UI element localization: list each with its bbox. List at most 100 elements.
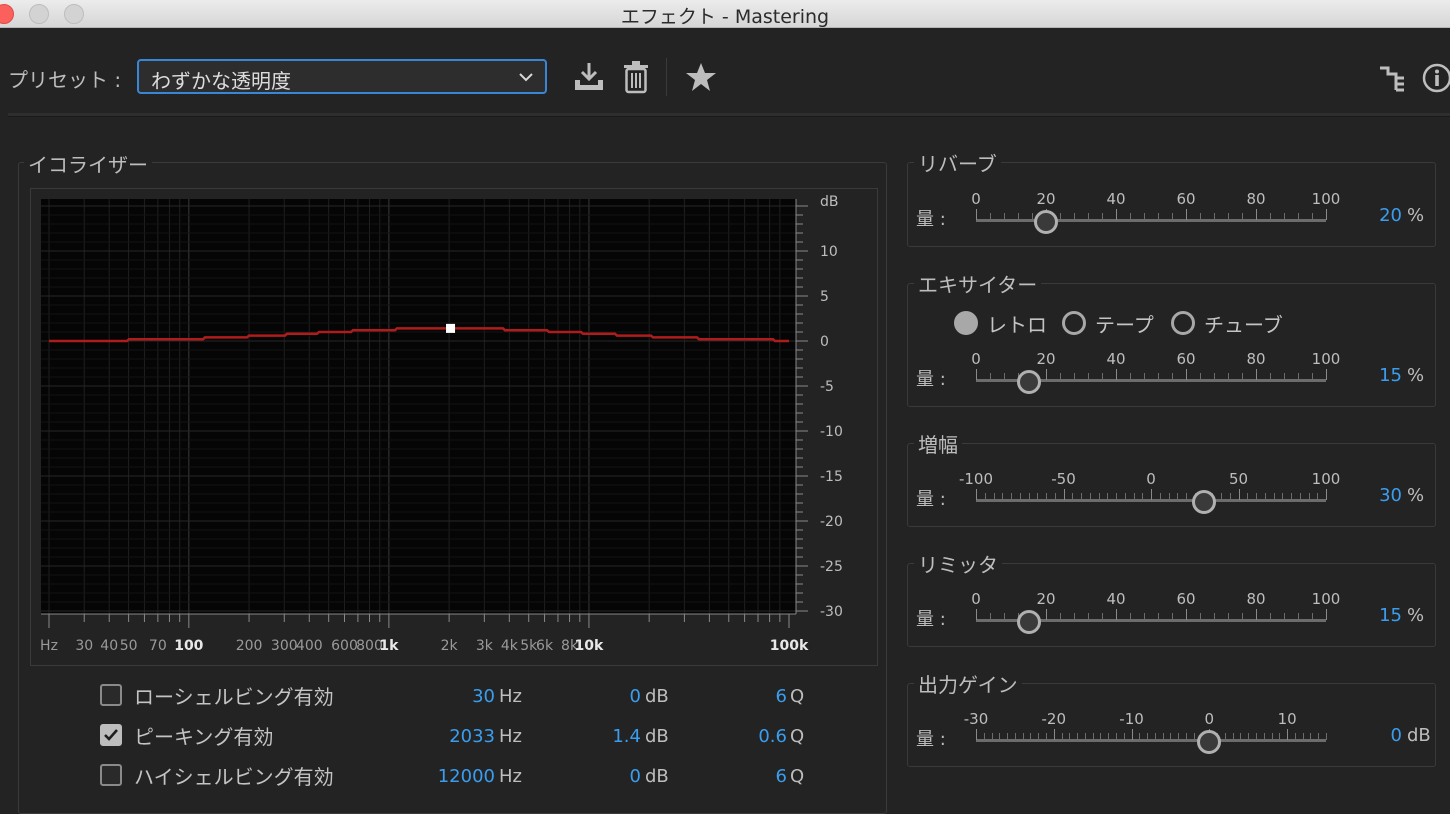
exciter-slider-major-tick [1326,369,1327,380]
db-tick-label: -25 [820,559,843,575]
exciter-mode-radio[interactable] [1062,311,1086,335]
output-gain-slider-track[interactable] [976,739,1326,742]
output-gain-slider-tick [1030,733,1032,740]
exciter-slider-thumb[interactable] [1016,370,1041,394]
widener-slider-thumb[interactable] [1191,490,1216,514]
output-gain-value[interactable]: 0 [1340,725,1402,746]
exciter-slider-tick [1102,373,1103,380]
reverb-slider-track[interactable] [976,219,1326,222]
star-icon[interactable] [685,62,717,92]
band-q-value[interactable]: 0.6 [700,726,787,747]
output-gain-slider-thumb[interactable] [1197,730,1222,754]
freq-tick-label: 600 [331,638,358,654]
limiter-slider-tick [1158,613,1159,620]
output-gain-slider-tick [1061,733,1063,740]
exciter-mode-label: チューブ [1204,313,1283,337]
exciter-slider-tick [990,373,991,380]
reverb-slider-tick [1088,213,1089,220]
band-frequency-value[interactable]: 12000 [380,766,495,787]
widener-slider-major-tick [1238,489,1240,500]
db-tick-label: -20 [820,514,843,530]
limiter-slider-tick [1004,613,1005,620]
reverb-slider-tick [1004,213,1005,220]
widener-slider-tick [1072,493,1074,500]
freq-tick-label: 70 [149,638,167,654]
preset-dropdown-value: わずかな透明度 [151,69,291,93]
output-gain-title: 出力ゲイン [914,669,1022,698]
exciter-mode-radio[interactable] [954,311,978,335]
exciter-group [907,283,1436,407]
reverb-slider-major-tick [1116,209,1117,220]
reverb-slider-tick [1032,213,1033,220]
exciter-slider-major-tick [976,369,977,380]
routing-icon[interactable] [1378,64,1406,92]
reverb-slider-tick [1130,213,1131,220]
band-q-value[interactable]: 6 [700,686,787,707]
info-icon[interactable] [1421,62,1450,94]
output-gain-slider-tick [1240,733,1242,740]
band-gain-value[interactable]: 0 [540,686,641,707]
freq-tick-label: 6k [536,638,554,654]
band-checkbox[interactable] [100,684,122,706]
output-gain-slider-tick [1294,733,1296,740]
trash-icon[interactable] [622,60,650,94]
output-gain-slider-tick [1084,733,1086,740]
limiter-value[interactable]: 15 [1340,605,1402,626]
exciter-mode-radio[interactable] [1171,311,1195,335]
output-gain-slider-tick [1154,733,1156,740]
band-gain-value[interactable]: 0 [540,766,641,787]
widener-value[interactable]: 30 [1340,485,1402,506]
widener-slider-tick [1247,493,1249,500]
output-gain-slider-tick [1232,733,1234,740]
limiter-slider-major-tick [976,609,977,620]
exciter-slider-tick [1284,373,1285,380]
db-tick-label: -5 [820,379,834,395]
widener-slider-tick [1002,493,1004,500]
exciter-slider-major-tick [1186,369,1187,380]
band-checkbox[interactable] [100,764,122,786]
output-gain-slider-tick [1302,733,1304,740]
band-gain-value[interactable]: 1.4 [540,726,641,747]
exciter-slider-tick-label: 60 [1176,350,1196,368]
reverb-slider-tick-label: 60 [1176,190,1196,208]
equalizer-graph[interactable]: dB1050-5-10-15-20-25-30Hz 30 40 50 70 100 200 3… [31,189,877,665]
widener-slider-tick [1177,493,1179,500]
widener-slider-major-tick [1326,489,1327,500]
exciter-slider-tick-label: 40 [1106,350,1126,368]
output-gain-slider-tick [1038,733,1040,740]
limiter-slider-tick [1242,613,1243,620]
widener-slider-tick-label: -100 [958,470,994,488]
band-frequency-value[interactable]: 30 [380,686,495,707]
limiter-slider-tick [1200,613,1201,620]
output-gain-slider-tick [1077,733,1079,740]
output-gain-slider-tick [1046,733,1047,740]
download-icon[interactable] [572,60,606,94]
checkmark-icon [104,729,118,741]
widener-slider-tick-label: 100 [1311,470,1341,488]
widener-slider-tick [1229,493,1231,500]
exciter-value[interactable]: 15 [1340,365,1402,386]
limiter-slider-major-tick [1256,609,1257,620]
limiter-title: リミッタ [914,549,1002,578]
reverb-slider-tick [1284,213,1285,220]
output-gain-slider-tick [1022,733,1024,740]
widener-slider-tick [1308,493,1310,500]
band-q-value[interactable]: 6 [700,766,787,787]
output-gain-unit: dB [1407,725,1431,746]
reverb-slider-tick [990,213,991,220]
widener-slider-tick [1089,493,1091,500]
exciter-slider-tick [1214,373,1215,380]
freq-tick-label: Hz [40,638,58,654]
reverb-value[interactable]: 20 [1340,205,1402,226]
band-frequency-value[interactable]: 2033 [380,726,495,747]
limiter-slider-thumb[interactable] [1016,610,1041,634]
reverb-slider-tick [1060,213,1061,220]
output-gain-slider-tick [999,733,1001,740]
output-gain-slider-tick [1224,733,1226,740]
band-checkbox[interactable] [100,724,122,746]
reverb-slider-thumb[interactable] [1034,210,1058,234]
exciter-slider-tick [1060,373,1061,380]
eq-peak-handle[interactable] [446,323,456,333]
output-gain-slider-tick [1271,733,1273,740]
preset-dropdown[interactable]: わずかな透明度 [137,59,547,94]
